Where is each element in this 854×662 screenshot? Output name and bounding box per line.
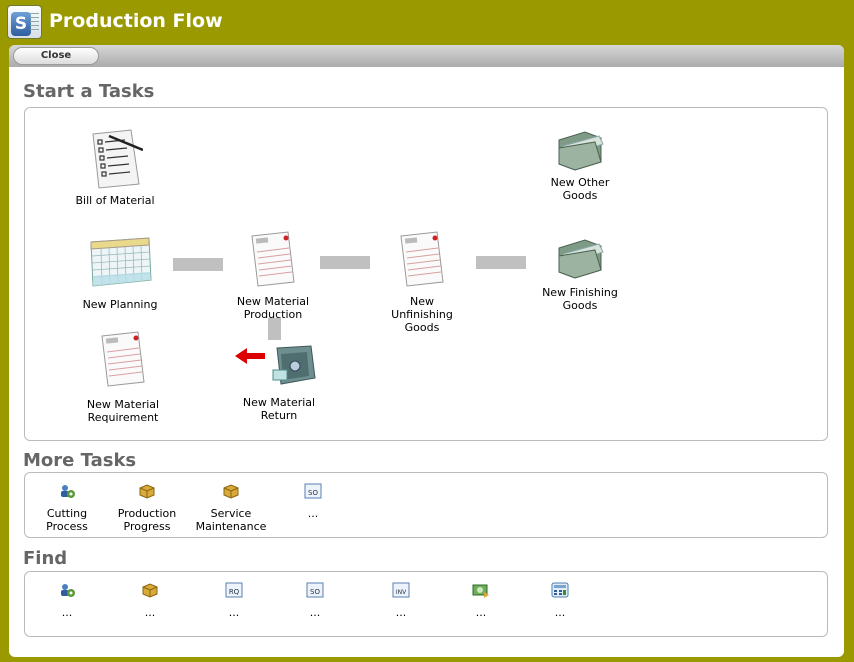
checklist-icon [92,129,144,189]
report-icon [251,231,295,287]
report-icon [400,231,444,287]
document-rq-icon: RQ [225,582,243,598]
flow-connector [268,318,281,340]
box-icon [142,583,158,598]
folder-icon [558,131,604,171]
title-bar: S Production Flow [0,0,854,42]
find-box: ... ... RQ ... SO ... INV ... ... ... [24,571,828,637]
more-tasks-heading: More Tasks [23,450,137,471]
task-new-other-goods[interactable]: New Other Goods [540,128,620,202]
task-new-unfinishing-goods[interactable]: New Unfinishing Goods [380,230,464,334]
people-gear-icon [61,584,75,597]
find-item[interactable]: RQ ... [217,582,251,619]
return-arrow-icon [235,348,265,364]
task-cutting-process[interactable]: Cutting Process [35,483,99,533]
document-inv-icon: INV [392,582,410,598]
safe-return-icon [272,345,316,385]
content-panel: Close Start a Tasks Bill of Material New… [9,45,844,657]
find-item[interactable]: ... [133,582,167,619]
calendar-icon [90,237,152,287]
find-heading: Find [23,548,68,569]
app-logo-icon: S [7,5,42,39]
start-tasks-heading: Start a Tasks [23,81,155,102]
box-icon [139,484,155,499]
calculator-icon [551,582,569,598]
svg-text:RQ: RQ [229,588,240,596]
document-so-icon: SO [306,582,324,598]
find-item[interactable]: SO ... [298,582,332,619]
find-item[interactable]: INV ... [384,582,418,619]
task-new-material-requirement[interactable]: New Material Requirement [81,330,165,424]
task-production-progress[interactable]: Production Progress [115,483,179,533]
find-item[interactable]: ... [543,582,577,619]
find-item[interactable]: ... [50,582,84,619]
task-new-material-production[interactable]: New Material Production [231,230,315,321]
folder-icon [558,239,604,279]
flow-connector [476,256,526,269]
flow-connector [173,258,223,271]
svg-text:SO: SO [308,489,318,497]
more-tasks-box: Cutting Process Production Progress Serv… [24,472,828,538]
people-gear-icon [61,485,75,498]
task-more-options[interactable]: SO ... [293,483,333,520]
window-title: Production Flow [49,10,223,32]
find-item[interactable]: ... [464,582,498,619]
start-tasks-box: Bill of Material New Other Goods New Pla… [24,107,828,441]
flow-connector [320,256,370,269]
task-new-finishing-goods[interactable]: New Finishing Goods [540,236,620,312]
task-new-material-return[interactable]: New Material Return [235,344,323,422]
task-new-planning[interactable]: New Planning [80,236,160,311]
svg-text:SO: SO [310,588,320,596]
svg-text:INV: INV [396,589,407,596]
close-button[interactable]: Close [13,47,99,65]
report-icon [101,331,145,387]
money-transfer-icon [472,584,489,598]
box-icon [223,484,239,499]
toolbar: Close [9,45,844,67]
task-bill-of-material[interactable]: Bill of Material [75,128,155,207]
document-so-icon: SO [304,483,322,499]
task-service-maintenance[interactable]: Service Maintenance [195,483,267,533]
